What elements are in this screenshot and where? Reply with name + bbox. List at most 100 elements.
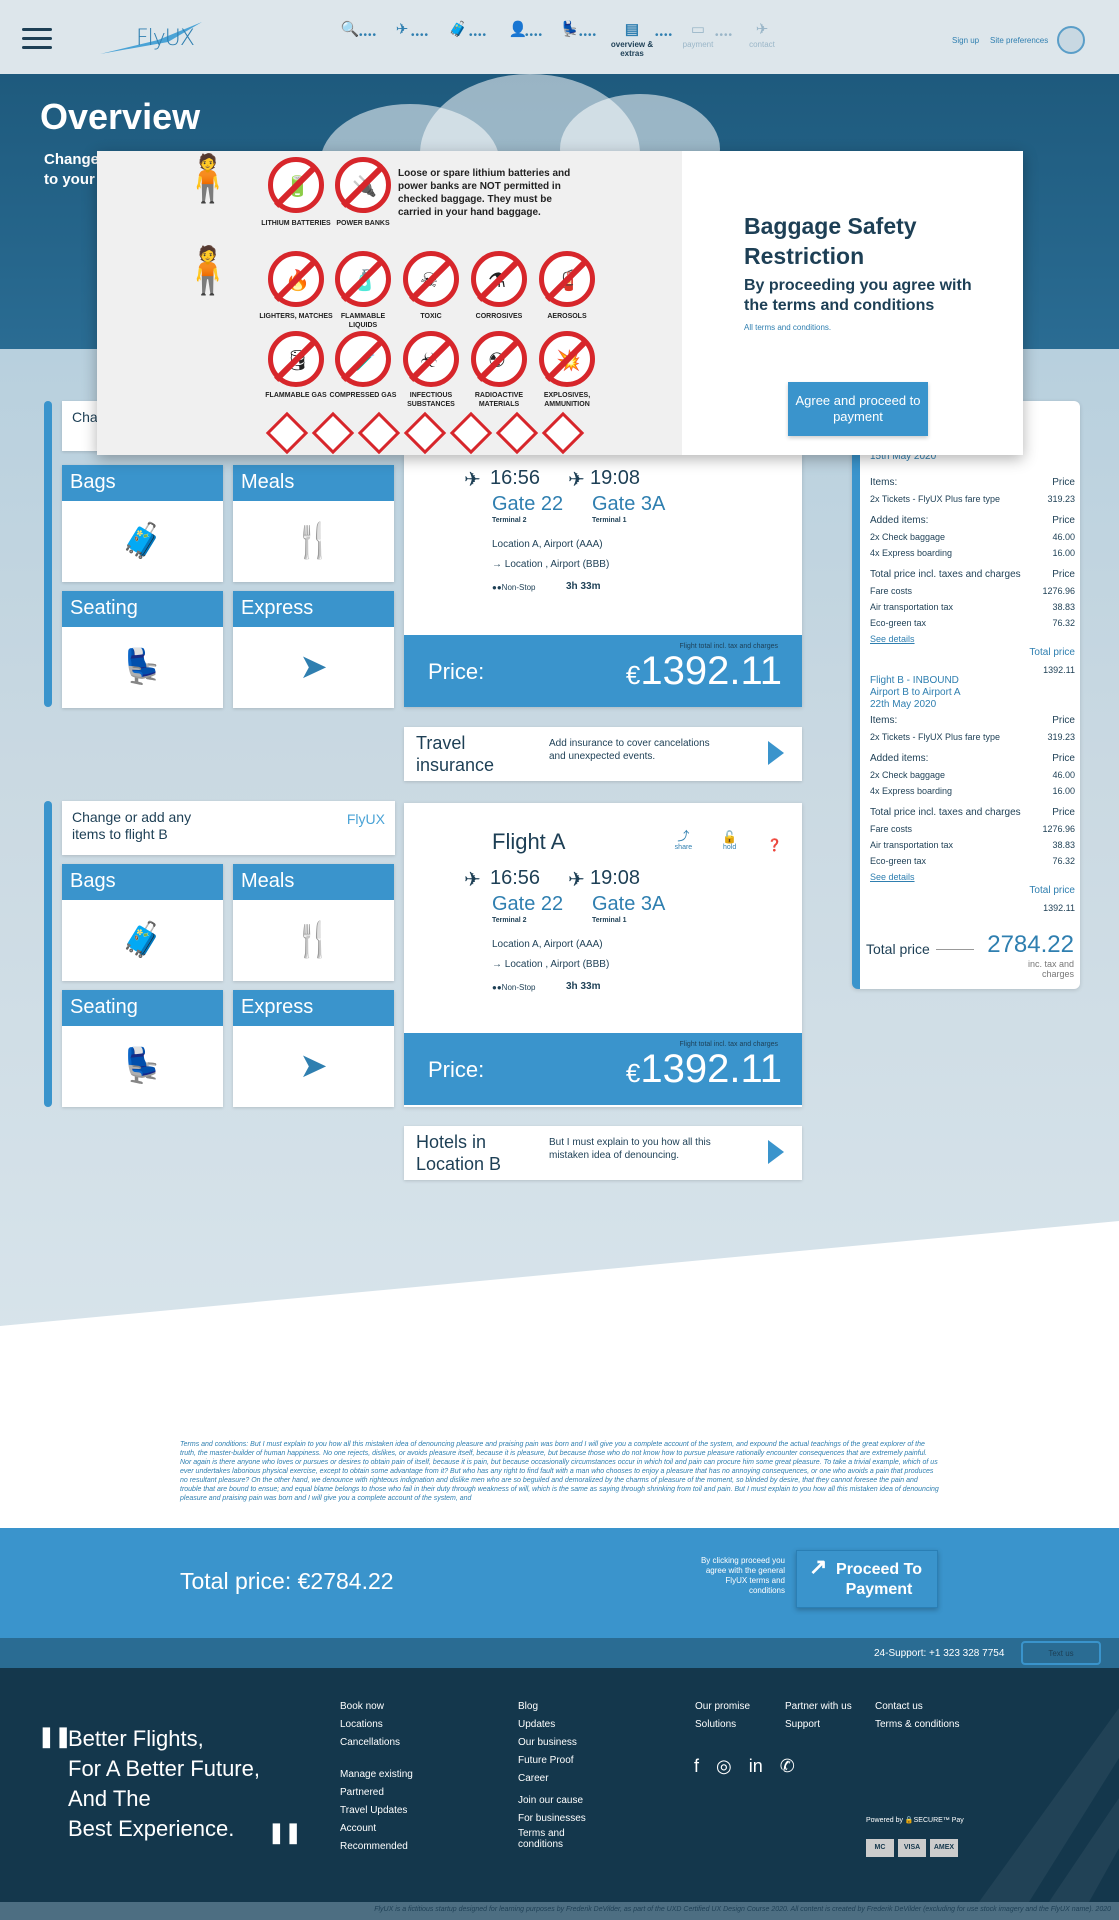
terms-link[interactable]: All terms and conditions. (744, 323, 831, 332)
hamburger-menu-icon[interactable] (22, 28, 52, 49)
radioactive-icon: ☢ (471, 331, 527, 387)
sign-up-link[interactable]: Sign up (952, 36, 979, 45)
help-button[interactable]: ❓ (753, 838, 782, 852)
footer-link[interactable]: Cancellations (340, 1734, 400, 1752)
terms-section: Terms and conditions: But I must explain… (0, 1410, 1119, 1528)
seat-icon: 💺 (121, 1047, 164, 1085)
user-avatar-icon[interactable] (1057, 26, 1085, 54)
footer-link[interactable]: Join our cause (518, 1792, 586, 1810)
footer-link[interactable]: Partnered (340, 1784, 413, 1802)
hazard-toxic-icon (311, 411, 355, 455)
hazard-corrosive-icon (449, 411, 493, 455)
flight-a-accent-bar (44, 401, 52, 707)
footer-link[interactable]: Partner with us (785, 1698, 852, 1716)
price-summary-panel: 15th May 2020 Items: Price 2x Tickets - F… (852, 401, 1080, 989)
price-bar: Flight total incl. tax and charges Price… (404, 1033, 802, 1105)
flight-total: 1392.11 (1043, 903, 1075, 913)
visa-icon: VISA (898, 1839, 926, 1857)
power-banks-icon: 🔌 (335, 157, 391, 213)
stops-label: ●●Non-Stop (492, 983, 536, 992)
footer-slogan: Better Flights, For A Better Future, And T… (68, 1726, 260, 1841)
footer-link[interactable]: Updates (518, 1716, 577, 1734)
footer-link[interactable]: Locations (340, 1716, 400, 1734)
site-preferences-link[interactable]: Site preferences (990, 36, 1048, 45)
grand-total-note: inc. tax and charges (1027, 959, 1074, 979)
agree-proceed-button[interactable]: Agree and proceed to payment (788, 382, 928, 436)
total-price-label: Total price (1029, 647, 1075, 658)
footer-link[interactable]: Blog (518, 1698, 577, 1716)
footer-link[interactable]: Terms and conditions (518, 1828, 578, 1850)
extra-title: Hotels in Location B (416, 1132, 502, 1174)
seating-tile-label: Seating (62, 990, 223, 1026)
footer-link[interactable]: Solutions (695, 1716, 750, 1734)
footer-link[interactable]: Account (340, 1820, 413, 1838)
footer-link[interactable]: Book now (340, 1698, 400, 1716)
play-arrow-icon[interactable] (768, 741, 784, 765)
page-title: Overview (40, 96, 201, 137)
travel-insurance-card[interactable]: Travel insurance Add insurance to cover … (404, 727, 802, 781)
hazard-environment-icon (357, 411, 401, 455)
secure-pay-label: Powered by 🔒SECURE™ Pay (866, 1817, 964, 1824)
footer-link[interactable]: Manage existing (340, 1766, 413, 1784)
price-bar: Flight total incl. tax and charges Price… (404, 635, 802, 707)
see-details-link[interactable]: See details (870, 634, 915, 644)
footer-link[interactable]: For businesses (518, 1810, 586, 1828)
proceed-to-payment-button[interactable]: ↗ Proceed To Payment (796, 1550, 938, 1608)
price-value: €1392.11 (625, 1047, 782, 1091)
text-us-button[interactable]: Text us (1021, 1641, 1101, 1665)
express-tile-label: Express (233, 591, 394, 627)
price-value: €1392.11 (625, 649, 782, 693)
bags-tile[interactable]: Bags 🧳 (62, 465, 223, 582)
grand-total-value: 2784.22 (987, 931, 1074, 958)
see-details-link[interactable]: See details (870, 872, 915, 882)
arrival-icon: ✈ (568, 469, 585, 491)
arrival-time: 19:08 (590, 867, 641, 889)
stops-label: ●●Non-Stop (492, 583, 536, 592)
compressed-gas-icon: 🧪 (335, 331, 391, 387)
linkedin-icon[interactable]: in (749, 1756, 763, 1776)
baggage-safety-modal: 🧍 🧍 🔋 🔌 LITHIUM BATTERIES POWER BANKS Lo… (97, 151, 1023, 455)
footer-col-1b: Manage existing Partnered Travel Updates… (340, 1766, 413, 1856)
bags-tile-label: Bags (62, 465, 223, 501)
arrival-time: 19:08 (590, 467, 641, 489)
express-tile-label: Express (233, 990, 394, 1026)
footer-link[interactable]: Our business (518, 1734, 577, 1752)
social-links: f ◎ in ✆ (694, 1756, 807, 1777)
help-icon: ❓ (767, 838, 782, 852)
total-price-label: Total price (1029, 885, 1075, 896)
whatsapp-icon[interactable]: ✆ (780, 1756, 795, 1776)
footer-link[interactable]: Travel Updates (340, 1802, 413, 1820)
lithium-batteries-icon: 🔋 (268, 157, 324, 213)
origin-location: Location A, Airport (AAA) (492, 539, 603, 550)
flyux-logo[interactable]: FlyUX (98, 20, 203, 56)
hold-button[interactable]: 🔓 hold (708, 830, 737, 851)
footer-link[interactable]: Terms & conditions (875, 1716, 959, 1734)
footer-link[interactable]: Career (518, 1770, 577, 1788)
footer-col-2a: Blog Updates Our business Future Proof C… (518, 1698, 577, 1788)
payment-cards: MC VISA AMEX (866, 1836, 962, 1857)
flammable-liquid-icon: 🧴 (335, 251, 391, 307)
footer-link[interactable]: Support (785, 1716, 852, 1734)
meals-tile[interactable]: Meals 🍴 (233, 465, 394, 582)
meals-tile[interactable]: Meals 🍴 (233, 864, 394, 981)
express-tile[interactable]: Express ➤ (233, 990, 394, 1107)
footer-link[interactable]: Contact us (875, 1698, 959, 1716)
step-overview[interactable]: ▤ overview & extras (607, 20, 657, 58)
hotels-card[interactable]: Hotels in Location B But I must explain … (404, 1126, 802, 1180)
departure-terminal: Terminal 2 (492, 917, 527, 924)
seating-tile[interactable]: Seating 💺 (62, 591, 223, 708)
express-tile[interactable]: Express ➤ (233, 591, 394, 708)
bags-tile[interactable]: Bags 🧳 (62, 864, 223, 981)
seating-tile[interactable]: Seating 💺 (62, 990, 223, 1107)
flight-b-card: Flight A ⤴ share 🔓 hold ❓ ✈ 16:56 ✈ 19:08 … (404, 803, 802, 1107)
departure-icon: ✈ (464, 469, 481, 491)
instagram-icon[interactable]: ◎ (716, 1756, 732, 1776)
footer-link[interactable]: Our promise (695, 1698, 750, 1716)
express-arrow-icon: ➤ (299, 1047, 328, 1085)
footer-link[interactable]: Future Proof (518, 1752, 577, 1770)
footer-link[interactable]: Recommended (340, 1838, 413, 1856)
facebook-icon[interactable]: f (694, 1756, 699, 1776)
share-button[interactable]: ⤴ share (661, 827, 693, 851)
play-arrow-icon[interactable] (768, 1140, 784, 1164)
step-contact[interactable]: ✈ contact (737, 20, 787, 49)
